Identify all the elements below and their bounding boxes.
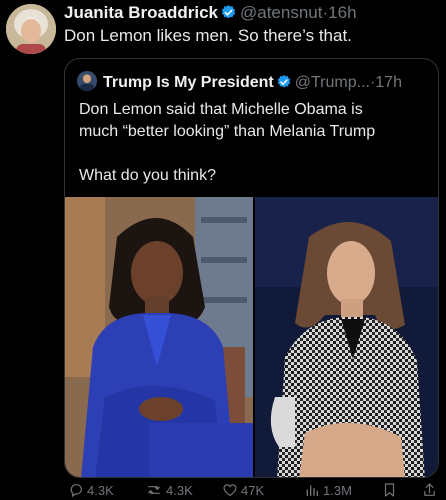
quoted-tweet-text: Don Lemon said that Michelle Obama is mu… bbox=[79, 99, 429, 187]
author-timestamp[interactable]: 16h bbox=[328, 3, 356, 22]
share-button[interactable] bbox=[422, 482, 440, 500]
tweet-text: Don Lemon likes men. So there’s that. bbox=[64, 26, 352, 45]
repost-count: 4.3K bbox=[166, 483, 193, 498]
bookmark-icon bbox=[384, 483, 395, 497]
quoted-text-line: What do you think? bbox=[79, 167, 216, 184]
reply-count: 4.3K bbox=[87, 483, 114, 498]
quoted-header: Trump Is My President @Trump...·17h bbox=[77, 71, 402, 96]
author-handle[interactable]: @atensnut bbox=[240, 3, 322, 22]
verified-badge-icon bbox=[220, 4, 237, 26]
like-count: 47K bbox=[241, 483, 265, 498]
quoted-author-handle[interactable]: @Trump... bbox=[295, 74, 370, 91]
photo-left[interactable] bbox=[65, 197, 253, 477]
share-icon bbox=[424, 483, 435, 496]
quoted-text-line: Don Lemon said that Michelle Obama is bbox=[79, 101, 363, 118]
views-icon bbox=[306, 485, 318, 496]
reply-button[interactable]: 4.3K bbox=[68, 482, 114, 500]
photo-right[interactable] bbox=[255, 197, 438, 477]
quoted-tweet-card[interactable]: Trump Is My President @Trump...·17h Don L… bbox=[64, 58, 439, 478]
author-name[interactable]: Juanita Broaddrick bbox=[64, 3, 218, 22]
quoted-author-name[interactable]: Trump Is My President bbox=[103, 74, 274, 91]
tweet[interactable]: Juanita Broaddrick @atensnut·16h Don Lemo… bbox=[0, 0, 446, 500]
heart-icon bbox=[223, 484, 237, 497]
repost-icon bbox=[148, 486, 160, 494]
like-button[interactable]: 47K bbox=[222, 482, 264, 500]
views-button[interactable]: 1.3M bbox=[304, 482, 352, 500]
media-grid bbox=[65, 197, 438, 477]
quoted-avatar[interactable] bbox=[77, 71, 97, 91]
action-bar: 4.3K 4.3K 47K 1.3M bbox=[0, 482, 446, 500]
repost-button[interactable]: 4.3K bbox=[145, 482, 193, 500]
author-avatar[interactable] bbox=[6, 4, 56, 54]
reply-icon bbox=[70, 484, 82, 498]
quoted-timestamp[interactable]: 17h bbox=[375, 74, 402, 91]
verified-badge-icon bbox=[276, 74, 292, 96]
views-count: 1.3M bbox=[323, 483, 352, 498]
author-header: Juanita Broaddrick @atensnut·16h bbox=[64, 3, 357, 26]
quoted-text-line: much “better looking” than Melania Trump bbox=[79, 123, 376, 140]
bookmark-button[interactable] bbox=[382, 482, 400, 500]
